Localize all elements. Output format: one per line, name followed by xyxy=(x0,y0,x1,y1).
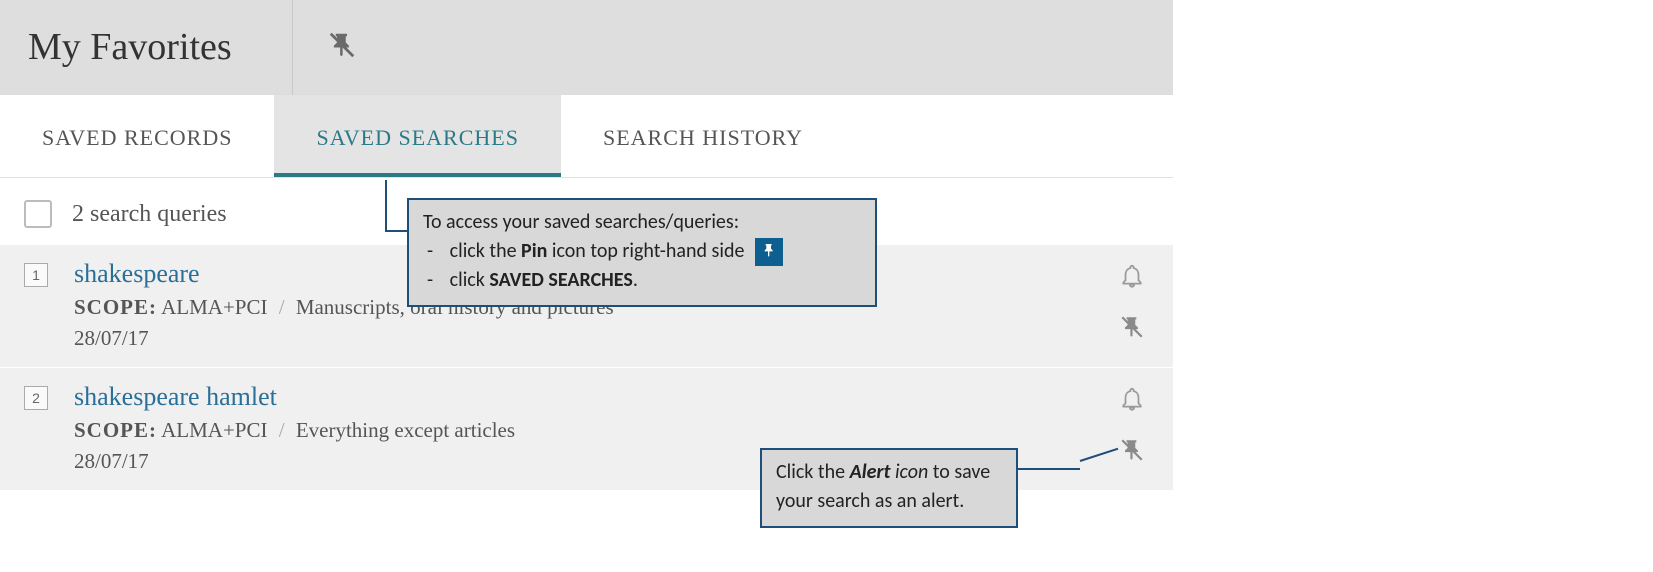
row-number: 2 xyxy=(24,386,48,410)
saved-search-title[interactable]: shakespeare hamlet xyxy=(74,382,1119,412)
callout-alert-help: Click the Alert icon to save your search… xyxy=(760,448,1018,528)
tabs: SAVED RECORDS SAVED SEARCHES SEARCH HIST… xyxy=(0,95,1173,178)
saved-search-scope: SCOPE: ALMA+PCI / Everything except arti… xyxy=(74,418,1119,443)
row-number: 1 xyxy=(24,263,48,287)
header-unpin-button[interactable] xyxy=(293,30,357,65)
right-blank-panel xyxy=(1173,0,1653,572)
callout-line: click the Pin icon top right-hand side xyxy=(427,237,861,266)
unpin-button[interactable] xyxy=(1119,437,1145,468)
callout-text-bold: SAVED SEARCHES xyxy=(489,268,632,292)
queries-count-label: 2 search queries xyxy=(72,201,227,228)
alert-button[interactable] xyxy=(1119,386,1145,417)
callout-text: click the xyxy=(450,239,521,263)
scope-value: ALMA+PCI xyxy=(161,295,267,319)
scope-value: ALMA+PCI xyxy=(161,418,267,442)
callout-line: click SAVED SEARCHES. xyxy=(427,266,861,295)
callout-text: icon top right-hand side xyxy=(547,239,744,263)
callout-saved-searches-help: To access your saved searches/queries: c… xyxy=(407,198,877,307)
unpin-icon xyxy=(1119,450,1145,467)
callout-connector xyxy=(385,230,407,232)
pin-icon xyxy=(761,238,777,267)
unpin-icon xyxy=(1119,327,1145,344)
header-bar: My Favorites xyxy=(0,0,1173,95)
unpin-button[interactable] xyxy=(1119,314,1145,345)
bell-icon xyxy=(1119,276,1145,293)
bell-icon xyxy=(1119,399,1145,416)
callout-text: To access your saved searches/queries: xyxy=(423,208,861,237)
separator: / xyxy=(279,295,285,319)
callout-text-bold: Pin xyxy=(521,239,547,263)
page-title: My Favorites xyxy=(28,25,232,69)
tab-saved-records[interactable]: SAVED RECORDS xyxy=(0,95,274,177)
unpin-icon xyxy=(327,30,357,65)
scope-filter: Everything except articles xyxy=(296,418,515,442)
callout-text-bold-italic: Alert xyxy=(850,460,891,484)
callout-text: click xyxy=(450,268,490,292)
scope-label: SCOPE: xyxy=(74,418,157,442)
callout-text: . xyxy=(633,268,638,292)
separator: / xyxy=(279,418,285,442)
saved-search-date: 28/07/17 xyxy=(74,326,1119,351)
callout-text: Click the xyxy=(776,460,850,484)
tab-saved-searches[interactable]: SAVED SEARCHES xyxy=(274,95,560,177)
callout-connector xyxy=(1018,468,1080,470)
callout-connector xyxy=(385,180,387,230)
pin-chip xyxy=(755,238,783,266)
tab-search-history[interactable]: SEARCH HISTORY xyxy=(561,95,845,177)
title-box: My Favorites xyxy=(0,0,293,95)
callout-text-italic: icon xyxy=(890,460,928,484)
alert-button[interactable] xyxy=(1119,263,1145,294)
scope-label: SCOPE: xyxy=(74,295,157,319)
select-all-checkbox[interactable] xyxy=(24,200,52,228)
